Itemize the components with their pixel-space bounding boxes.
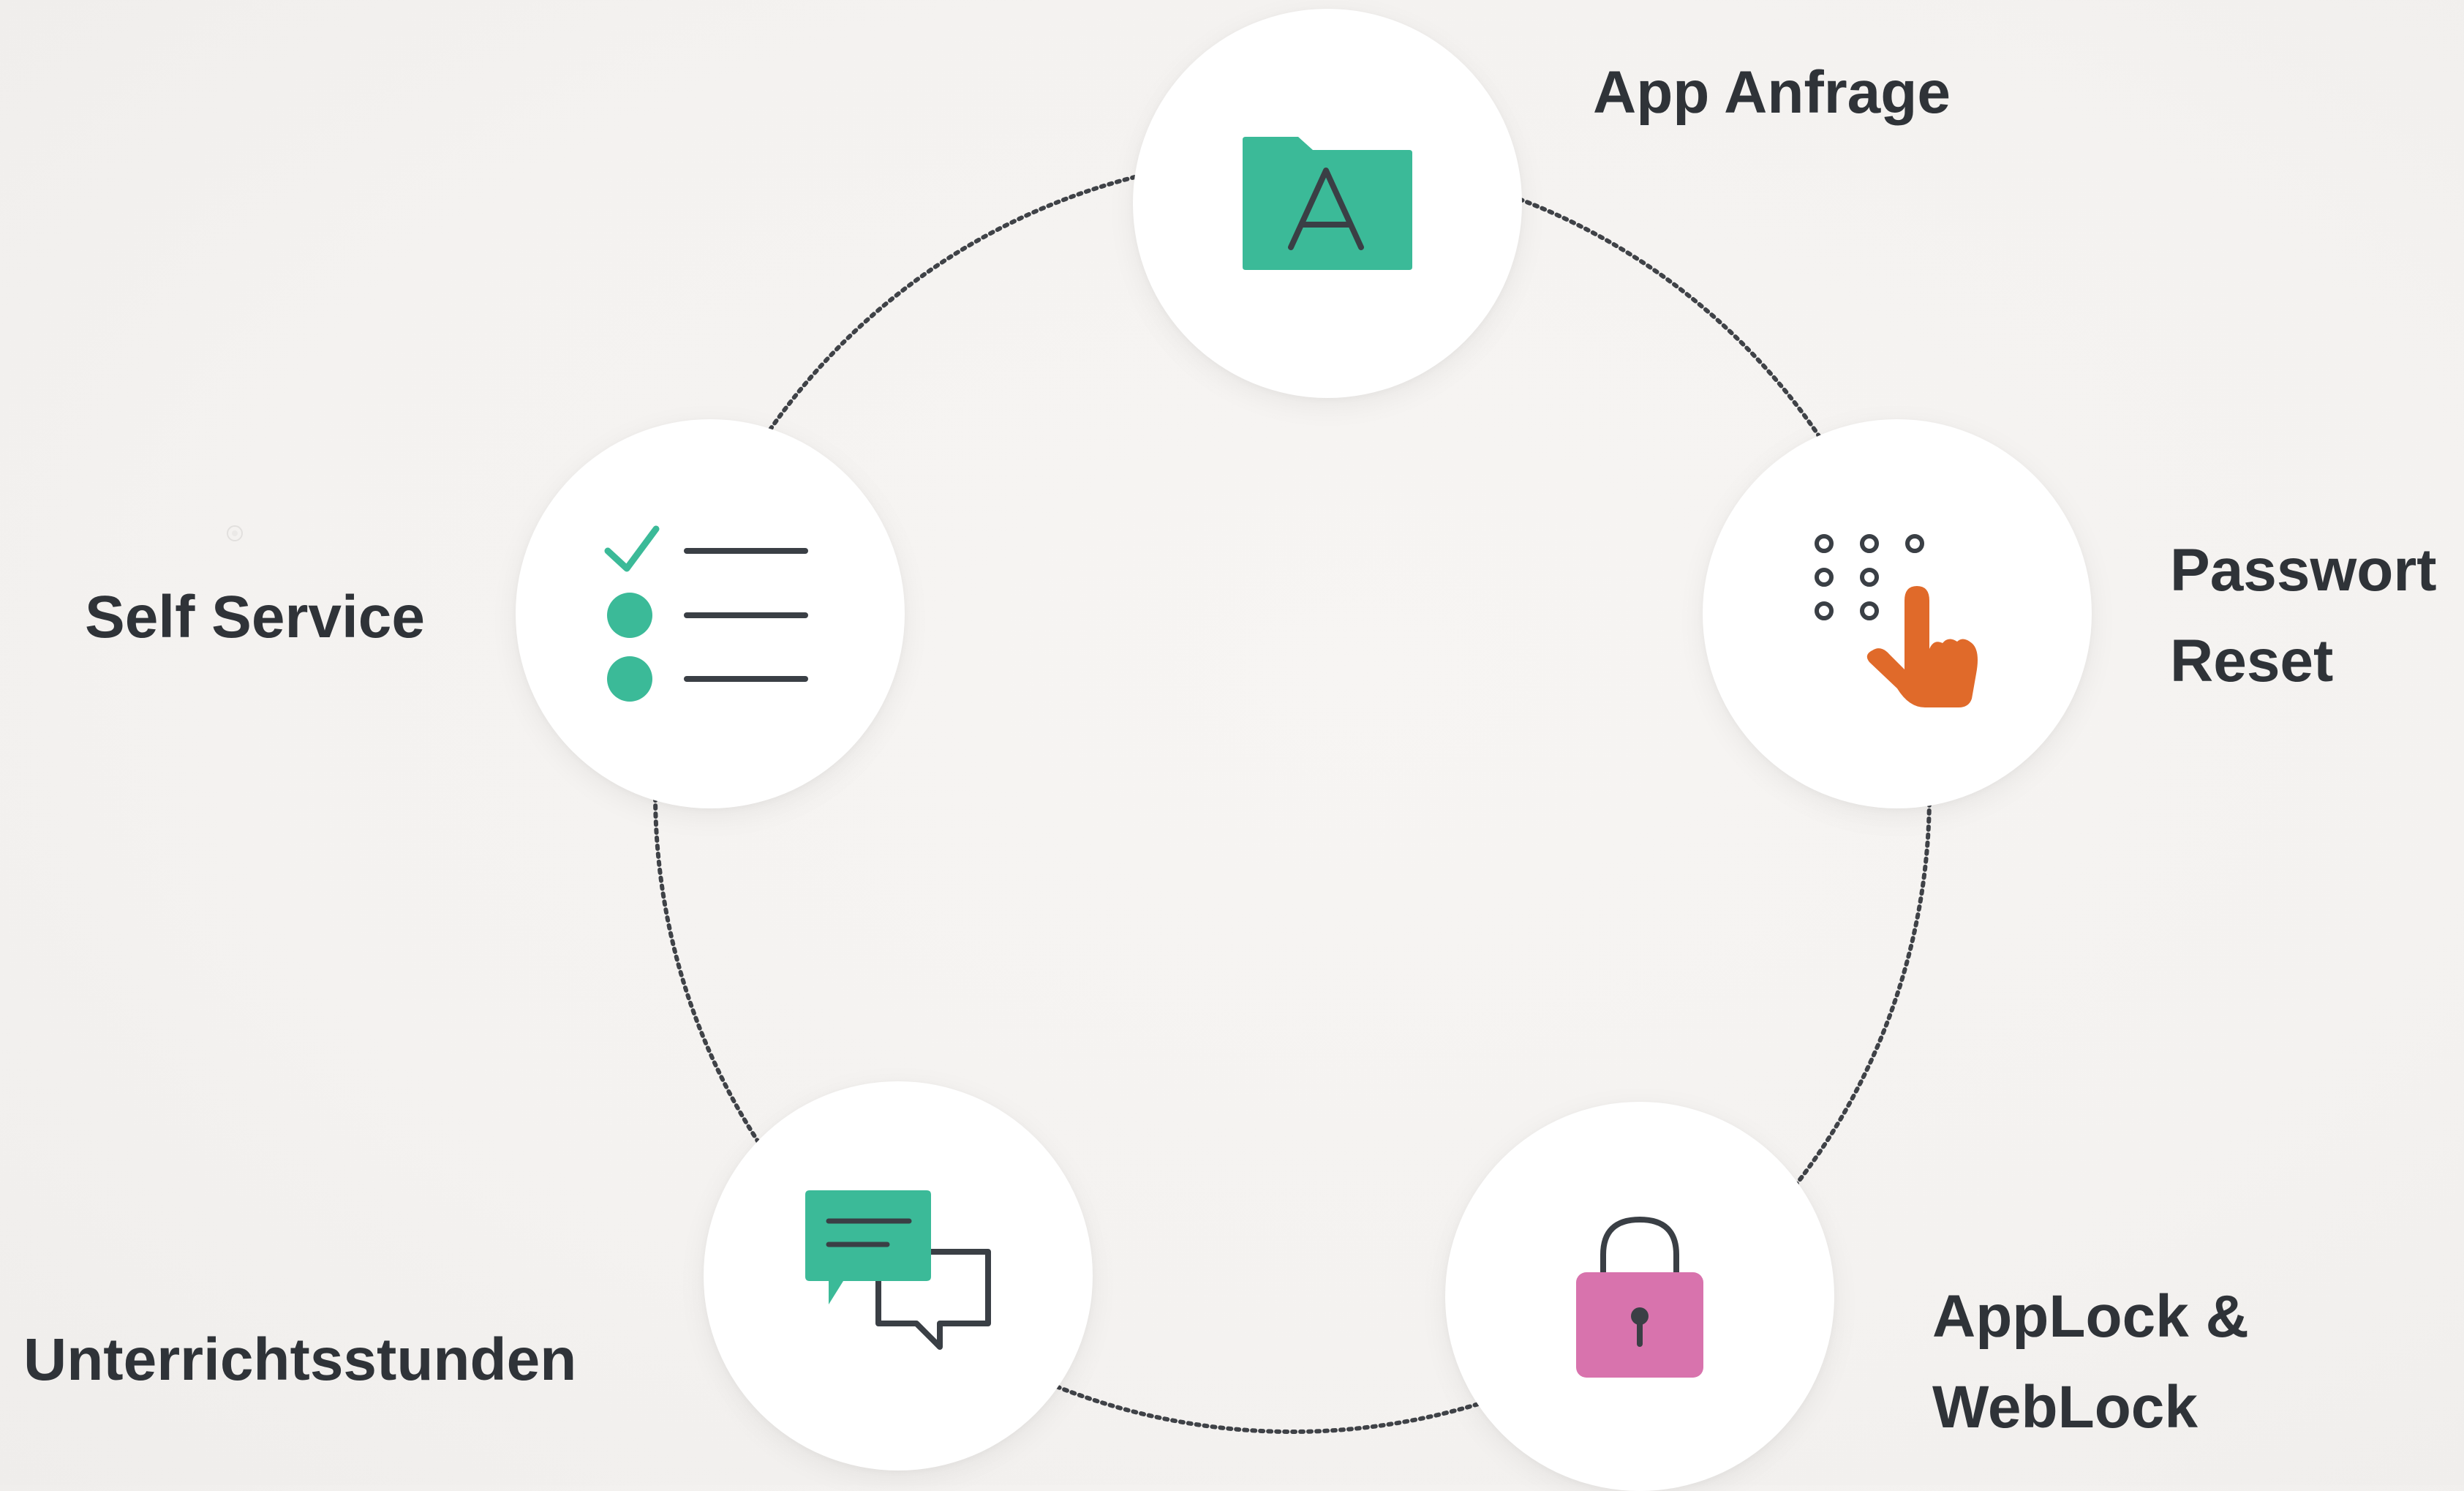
label-password-reset: Passwort Reset <box>2170 537 2437 694</box>
chat-bubbles-icon <box>805 1190 991 1350</box>
padlock-icon <box>1576 1216 1703 1378</box>
node-lessons <box>704 1081 1093 1471</box>
faint-sparkle-icon <box>227 525 243 541</box>
label-applock-weblock: AppLock & WebLock <box>1932 1283 2249 1441</box>
node-password-reset <box>1703 419 2092 808</box>
folder-letter-a-icon <box>1243 137 1412 270</box>
label-lessons: Unterrichtsstunden <box>23 1326 577 1393</box>
node-applock-weblock <box>1445 1102 1834 1491</box>
node-self-service <box>516 419 905 808</box>
label-app-request: App Anfrage <box>1593 59 1951 126</box>
node-app-request <box>1133 9 1522 398</box>
checklist-icon <box>604 525 808 702</box>
label-self-service: Self Service <box>85 584 425 650</box>
keypad-tap-icon <box>1815 534 1978 707</box>
